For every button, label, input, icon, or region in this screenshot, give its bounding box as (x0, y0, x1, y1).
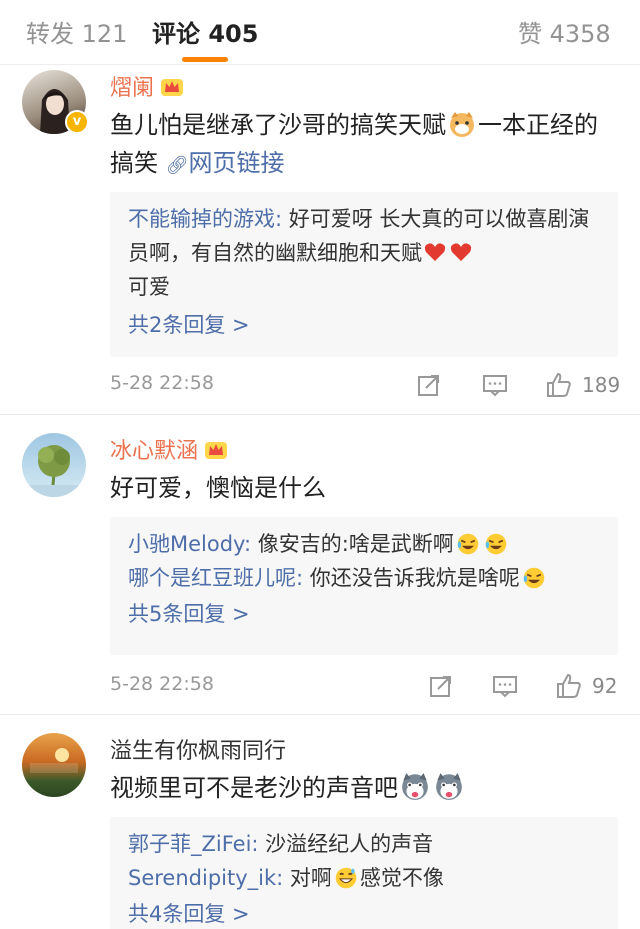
verified-badge-icon: v (65, 110, 89, 134)
comment-username[interactable]: 熠阑 (110, 70, 184, 102)
reply-username[interactable]: 小驰Melody: (128, 532, 251, 556)
husky-emoji-icon (402, 773, 428, 800)
like-icon[interactable] (556, 673, 582, 699)
reply-username[interactable]: 郭子菲_ZiFei: (128, 832, 258, 856)
heart-emoji-icon (450, 243, 472, 261)
web-link[interactable]: 🔗︎网页链接 (166, 149, 285, 177)
reply-box[interactable]: 小驰Melody: 像安吉的:啥是武断啊 哪个是红豆班儿呢: 你还没告诉我炕是啥… (110, 517, 618, 655)
more-replies-link[interactable]: 共4条回复 > (128, 897, 600, 929)
tab-likes[interactable]: 赞 4358 (518, 14, 611, 49)
like-count: 92 (592, 674, 618, 698)
active-tab-indicator (182, 57, 228, 62)
reply-line: 哪个是红豆班儿呢: 你还没告诉我炕是啥呢 (128, 561, 600, 595)
repost-icon[interactable] (428, 673, 454, 699)
heart-emoji-icon (424, 243, 446, 261)
comment-time: 5-28 22:58 (110, 372, 214, 394)
comment-text: 鱼儿怕是继承了沙哥的搞笑天赋 一本正经的搞笑 🔗︎网页链接 (110, 111, 598, 177)
comment-meta: 5-28 22:58 92 (110, 673, 620, 703)
more-replies-link[interactable]: 共2条回复 > (128, 308, 600, 342)
reply-line: Serendipity_ik: 对啊 感觉不像 (128, 866, 444, 890)
comment-text: 好可爱，懊恼是什么 (110, 474, 326, 502)
reply-box[interactable]: 不能输掉的游戏: 好可爱呀 长大真的可以做喜剧演员啊，有自然的幽默细胞和天赋 可爱… (110, 192, 618, 357)
reply-line: 小驰Melody: 像安吉的:啥是武断啊 (128, 519, 600, 561)
laugh-cry-emoji-icon (485, 533, 507, 555)
like-icon[interactable] (546, 372, 572, 398)
comment-item: v 熠阑 鱼儿怕是继承了沙哥的搞笑天赋 一本正经的搞笑 🔗︎网页链接 不能输掉的游… (0, 64, 640, 415)
reply-line: 不能输掉的游戏: 好可爱呀 长大真的可以做喜剧演员啊，有自然的幽默细胞和天赋 可爱 (128, 207, 590, 299)
crown-badge-icon (205, 442, 228, 459)
comment-username[interactable]: 冰心默涵 (110, 433, 228, 465)
tab-repost[interactable]: 转发 121 (26, 14, 127, 49)
laugh-cry-emoji-icon (523, 567, 545, 589)
reply-username[interactable]: Serendipity_ik: (128, 866, 283, 890)
comment-text: 视频里可不是老沙的声音吧 (110, 769, 620, 807)
reply-box[interactable]: 郭子菲_ZiFei: 沙溢经纪人的声音 Serendipity_ik: 对啊 感觉… (110, 817, 618, 929)
comment-meta: 5-28 22:58 189 (110, 372, 620, 402)
reply-username[interactable]: 不能输掉的游戏: (128, 207, 282, 231)
comment-item: 溢生有你枫雨同行 视频里可不是老沙的声音吧 郭子菲_ZiFei: 沙溢经纪人的声… (0, 715, 640, 929)
comment-icon[interactable] (492, 673, 518, 699)
tab-bar: 转发 121 评论 405 赞 4358 (0, 0, 640, 65)
comment-item: 冰心默涵 好可爱，懊恼是什么 小驰Melody: 像安吉的:啥是武断啊 哪个是红… (0, 415, 640, 715)
comment-time: 5-28 22:58 (110, 673, 214, 695)
doge-emoji-icon (450, 112, 474, 137)
like-count: 189 (582, 373, 621, 397)
crown-badge-icon (161, 79, 184, 96)
avatar[interactable] (22, 733, 86, 797)
more-replies-link[interactable]: 共5条回复 > (128, 597, 600, 631)
grin-sweat-emoji-icon (335, 867, 357, 889)
laugh-cry-emoji-icon (457, 533, 479, 555)
husky-emoji-icon (436, 773, 462, 800)
reply-username[interactable]: 哪个是红豆班儿呢: (128, 566, 303, 590)
avatar[interactable] (22, 433, 86, 497)
comment-username[interactable]: 溢生有你枫雨同行 (110, 733, 286, 765)
comment-icon[interactable] (482, 372, 508, 398)
repost-icon[interactable] (416, 372, 442, 398)
tab-comments[interactable]: 评论 405 (152, 14, 258, 49)
reply-line: 郭子菲_ZiFei: 沙溢经纪人的声音 (128, 832, 434, 856)
